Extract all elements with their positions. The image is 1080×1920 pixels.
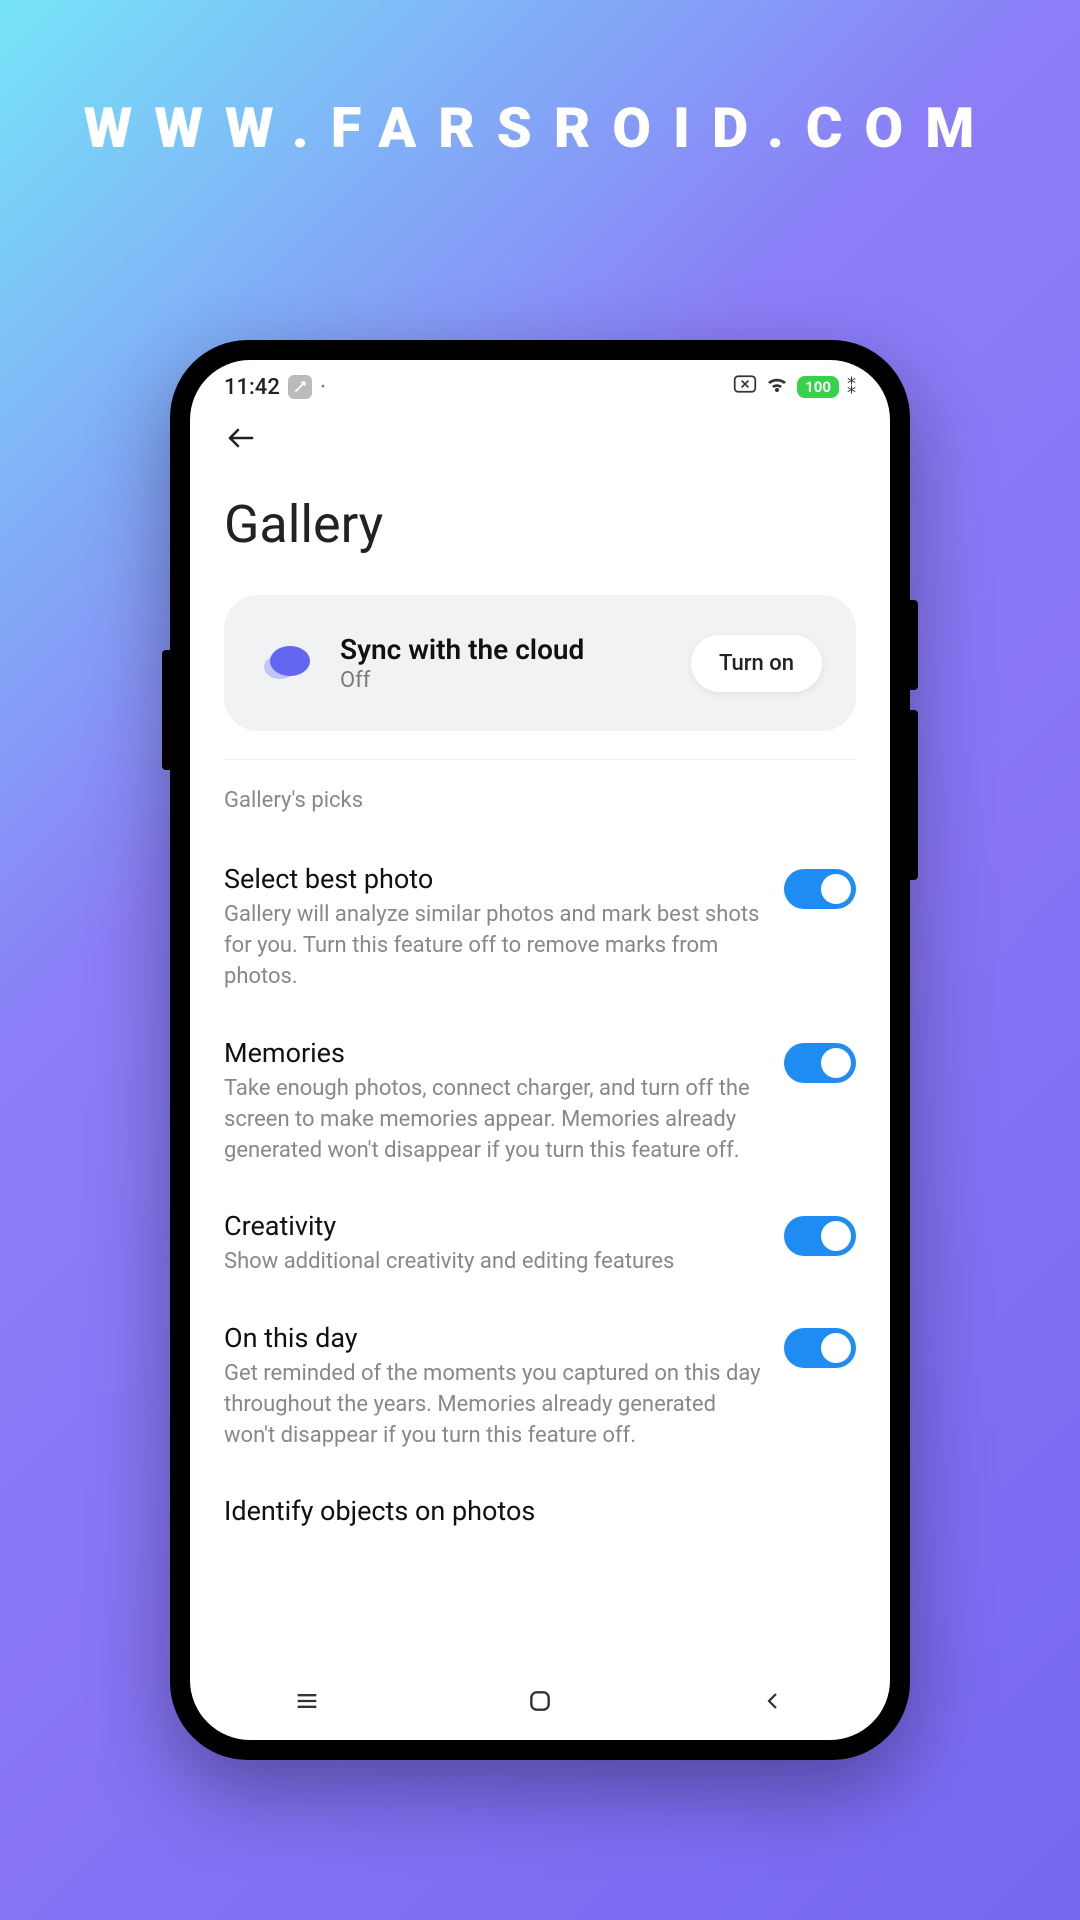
sync-cloud-card[interactable]: Sync with the cloud Off Turn on <box>224 595 856 731</box>
setting-desc: Gallery will analyze similar photos and … <box>224 899 764 993</box>
setting-select-best-photo[interactable]: Select best photo Gallery will analyze s… <box>224 841 856 1015</box>
status-bar: 11:42 · 100 ⁑ <box>190 360 890 414</box>
toggle-switch[interactable] <box>784 1216 856 1256</box>
setting-memories[interactable]: Memories Take enough photos, connect cha… <box>224 1015 856 1189</box>
phone-side-button <box>910 710 918 880</box>
setting-title: Creativity <box>224 1210 764 1242</box>
cloud-icon <box>258 641 314 685</box>
turn-on-button[interactable]: Turn on <box>691 635 822 692</box>
setting-desc: Take enough photos, connect charger, and… <box>224 1073 764 1167</box>
nav-home-button[interactable] <box>480 1688 600 1714</box>
status-right: 100 ⁑ <box>733 374 856 400</box>
bluetooth-icon: ⁑ <box>847 377 856 398</box>
divider <box>224 759 856 760</box>
sync-title: Sync with the cloud <box>340 633 665 666</box>
back-button[interactable] <box>224 414 856 470</box>
chevron-left-icon <box>761 1689 785 1713</box>
section-label-gallery-picks: Gallery's picks <box>224 788 856 813</box>
phone-side-button <box>162 650 170 770</box>
setting-identify-objects[interactable]: Identify objects on photos <box>224 1473 856 1531</box>
setting-title: On this day <box>224 1322 764 1354</box>
sync-status: Off <box>340 668 665 693</box>
setting-title: Identify objects on photos <box>224 1495 856 1527</box>
status-time: 11:42 <box>224 375 280 400</box>
toggle-switch[interactable] <box>784 869 856 909</box>
brand-watermark: WWW.FARSROID.COM <box>0 95 1080 161</box>
toggle-switch[interactable] <box>784 1328 856 1368</box>
setting-creativity[interactable]: Creativity Show additional creativity an… <box>224 1188 856 1299</box>
setting-title: Memories <box>224 1037 764 1069</box>
setting-desc: Show additional creativity and editing f… <box>224 1246 764 1277</box>
nav-back-button[interactable] <box>713 1689 833 1713</box>
page-title: Gallery <box>224 494 856 555</box>
status-notification-icon <box>288 375 312 399</box>
setting-on-this-day[interactable]: On this day Get reminded of the moments … <box>224 1300 856 1474</box>
battery-indicator: 100 <box>797 376 839 398</box>
phone-side-button <box>910 600 918 690</box>
status-dot: · <box>320 375 326 400</box>
wifi-icon <box>765 374 789 400</box>
setting-desc: Get reminded of the moments you captured… <box>224 1358 764 1452</box>
status-left: 11:42 · <box>224 375 326 400</box>
toggle-switch[interactable] <box>784 1043 856 1083</box>
arrow-left-icon <box>224 424 260 452</box>
sync-text: Sync with the cloud Off <box>340 633 665 693</box>
square-icon <box>527 1688 553 1714</box>
rotate-lock-icon <box>733 374 757 400</box>
phone-screen: 11:42 · 100 ⁑ <box>190 360 890 1740</box>
phone-device-frame: 11:42 · 100 ⁑ <box>170 340 910 1760</box>
nav-recents-button[interactable] <box>247 1687 367 1715</box>
settings-scroll-area[interactable]: Gallery Sync with the cloud Off Turn on … <box>190 414 890 1662</box>
menu-icon <box>293 1687 321 1715</box>
setting-title: Select best photo <box>224 863 764 895</box>
android-nav-bar <box>190 1662 890 1740</box>
